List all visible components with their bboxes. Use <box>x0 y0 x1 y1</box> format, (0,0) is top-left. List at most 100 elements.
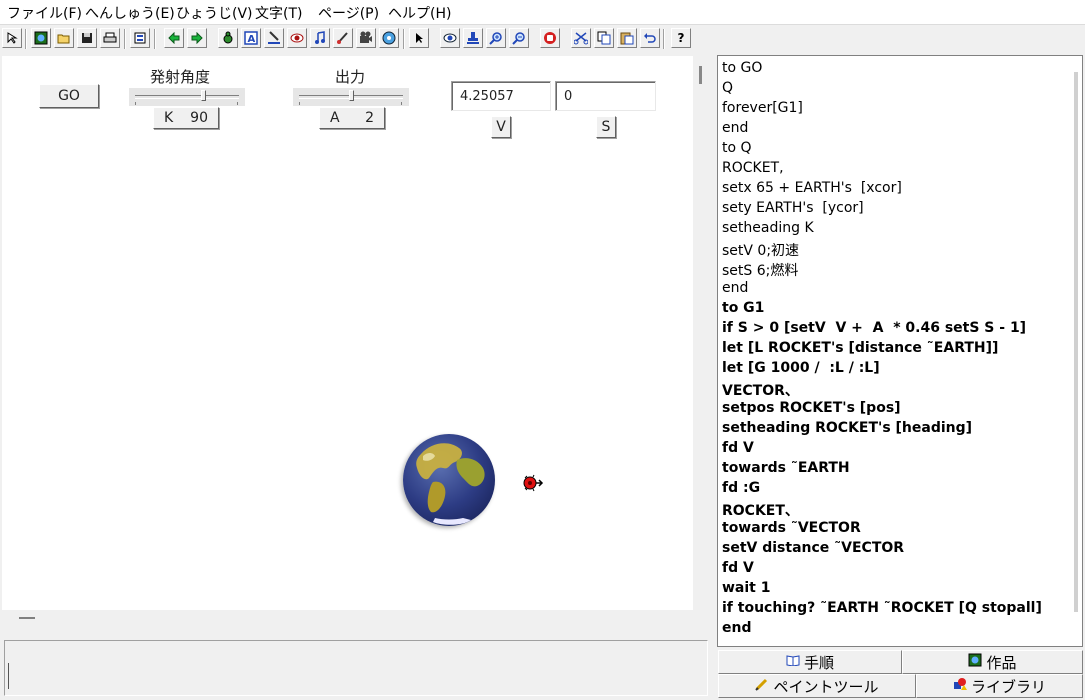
command-center-collapse-handle[interactable] <box>19 617 35 619</box>
command-center[interactable] <box>4 640 708 696</box>
angle-slider-number: 90 <box>190 110 208 126</box>
cut-icon[interactable] <box>571 28 591 48</box>
arrow-icon[interactable] <box>409 28 429 48</box>
menu-file[interactable]: ファイル(F) <box>7 3 82 23</box>
new-page-icon[interactable] <box>31 28 51 48</box>
power-slider-value: A 2 <box>319 107 385 129</box>
copy-icon[interactable] <box>594 28 614 48</box>
angle-slider-track <box>135 95 239 99</box>
angle-label: 発射角度 <box>150 68 211 86</box>
earth-globe-icon <box>416 443 485 525</box>
code-line: end <box>722 280 749 296</box>
code-line: fd V <box>722 440 754 456</box>
toolbar-separator <box>25 29 27 49</box>
code-line: fd V <box>722 560 754 576</box>
tab-project[interactable]: 作品 <box>902 650 1083 674</box>
s-button[interactable]: S <box>596 116 616 138</box>
print-icon[interactable] <box>100 28 120 48</box>
rocket-turtle[interactable] <box>520 474 544 496</box>
brush-icon[interactable] <box>333 28 353 48</box>
power-label: 出力 <box>335 68 366 86</box>
eye-icon[interactable] <box>287 28 307 48</box>
zoom-out-icon[interactable] <box>509 28 529 48</box>
procedures-editor[interactable]: to GO Qforever[G1] end to Q ROCKET, setx 65 +… <box>717 55 1083 647</box>
code-line: let [G 1000 / :L / :L] <box>722 360 880 376</box>
slider-tick <box>401 102 402 105</box>
power-slider-number: 2 <box>365 110 374 126</box>
pencil-icon <box>755 677 769 695</box>
code-line: setheading K <box>722 220 814 236</box>
angle-slider[interactable] <box>129 88 245 106</box>
angle-slider-thumb[interactable] <box>201 90 206 101</box>
menu-page[interactable]: ページ(P) <box>318 3 379 23</box>
prev-page-icon[interactable] <box>164 28 184 48</box>
editor-scrollbar[interactable] <box>1074 72 1078 612</box>
canvas-scroll-thumb[interactable] <box>699 66 702 84</box>
power-slider[interactable] <box>293 88 409 106</box>
code-line: setpos ROCKET's [pos] <box>722 400 901 416</box>
s-value-field[interactable]: 0 <box>555 81 656 111</box>
code-line: Q <box>722 80 734 96</box>
next-page-icon[interactable] <box>187 28 207 48</box>
stamp-icon[interactable] <box>463 28 483 48</box>
stop-hand-icon[interactable] <box>540 28 560 48</box>
globe-icon <box>968 653 982 671</box>
tab-library[interactable]: ライブラリ <box>916 674 1083 698</box>
toolbar-separator <box>663 29 665 49</box>
menu-text[interactable]: 文字(T) <box>255 3 302 23</box>
paint-tool-icon[interactable] <box>264 28 284 48</box>
toolbar-separator <box>154 29 156 49</box>
code-line: setheading ROCKET's [heading] <box>722 420 973 436</box>
code-line: end <box>722 120 749 136</box>
turtle-icon[interactable] <box>218 28 238 48</box>
project-canvas[interactable]: GO 発射角度 K 90 出力 A 2 4.25057 V 0 S <box>2 56 693 610</box>
pointer-icon[interactable] <box>2 28 22 48</box>
code-line: towards ˜VECTOR <box>722 520 861 536</box>
code-line: if S > 0 [setV V + A * 0.46 setS S - 1] <box>722 320 1027 336</box>
video-icon[interactable] <box>356 28 376 48</box>
tab-library-label: ライブラリ <box>970 677 1046 696</box>
go-button[interactable]: GO <box>39 84 99 108</box>
toolbar-separator <box>403 29 405 49</box>
text-box-icon[interactable]: A <box>241 28 261 48</box>
code-line: to G1 <box>722 300 765 316</box>
v-button[interactable]: V <box>491 116 511 138</box>
page-list-icon[interactable] <box>130 28 150 48</box>
paste-icon[interactable] <box>617 28 637 48</box>
code-line: towards ˜EARTH <box>722 460 850 476</box>
cd-icon[interactable] <box>379 28 399 48</box>
code-line: end <box>722 620 752 636</box>
menu-view[interactable]: ひょうじ(V) <box>176 3 253 23</box>
tab-procedures[interactable]: 手順 <box>718 650 902 674</box>
shapes-icon <box>953 677 967 695</box>
code-line: ROCKET, <box>722 160 784 176</box>
earth-turtle[interactable] <box>403 434 495 526</box>
tab-paint-tools-label: ペイントツール <box>773 677 879 696</box>
svg-text:A: A <box>248 34 256 45</box>
music-icon[interactable] <box>310 28 330 48</box>
menu-edit[interactable]: へんしゅう(E) <box>85 3 175 23</box>
code-line: ROCKET、 <box>722 503 799 519</box>
code-line: wait 1 <box>722 580 771 596</box>
power-slider-thumb[interactable] <box>349 90 354 101</box>
tab-project-label: 作品 <box>986 653 1017 672</box>
code-line: if touching? ˜EARTH ˜ROCKET [Q stopall] <box>722 600 1042 616</box>
menu-help[interactable]: ヘルプ(H) <box>388 3 451 23</box>
angle-slider-value: K 90 <box>153 107 219 129</box>
code-line: to Q <box>722 140 752 156</box>
power-slider-name: A <box>330 110 340 126</box>
v-value-field[interactable]: 4.25057 <box>451 81 551 111</box>
slider-tick <box>299 102 300 105</box>
code-line: setS 6;燃料 <box>722 263 799 279</box>
code-line: let [L ROCKET's [distance ˜EARTH]] <box>722 340 999 356</box>
code-line: setx 65 + EARTH's [xcor] <box>722 180 902 196</box>
tab-paint-tools[interactable]: ペイントツール <box>718 674 916 698</box>
help-icon[interactable]: ? <box>671 28 691 48</box>
save-icon[interactable] <box>77 28 97 48</box>
eye-watch-icon[interactable] <box>440 28 460 48</box>
undo-icon[interactable] <box>640 28 660 48</box>
open-icon[interactable] <box>54 28 74 48</box>
zoom-in-icon[interactable] <box>486 28 506 48</box>
book-icon <box>786 654 800 670</box>
code-line: forever[G1] <box>722 100 803 116</box>
